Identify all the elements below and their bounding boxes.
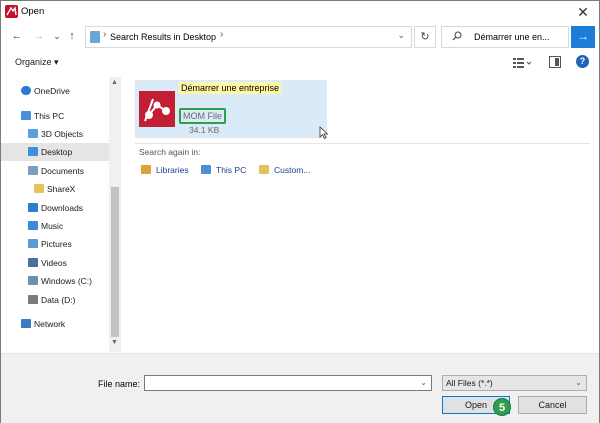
pictures-icon — [28, 239, 38, 248]
folder-icon — [34, 184, 44, 193]
refresh-button[interactable]: ↻ — [414, 26, 436, 48]
custom-icon — [259, 165, 269, 174]
sidebar-item-windows-c[interactable]: Windows (C:) — [1, 272, 109, 290]
sidebar-item-label: This PC — [34, 111, 65, 121]
preview-pane-icon[interactable] — [549, 56, 561, 68]
title-bar: Open ✕ — [1, 1, 599, 23]
scroll-down-icon[interactable]: ▼ — [111, 339, 118, 346]
sidebar-item-this-pc[interactable]: This PC — [1, 107, 109, 125]
sidebar-item-desktop[interactable]: Desktop — [1, 143, 109, 161]
search-result-item[interactable]: Démarrer une entreprise MOM File 34.1 KB — [135, 80, 329, 139]
search-go-button[interactable]: → — [571, 26, 595, 48]
file-size: 34.1 KB — [189, 125, 220, 135]
sidebar-item-label: Network — [34, 319, 66, 329]
forward-button[interactable]: → — [31, 28, 47, 44]
search-again-custom[interactable]: Custom... — [259, 165, 310, 179]
music-icon — [28, 221, 38, 230]
sidebar-item-label: Downloads — [41, 203, 84, 213]
search-again-this-pc[interactable]: This PC — [201, 165, 246, 179]
navigation-row: ← → ⌄ ↑ › Search Results in Desktop › ⌄ … — [1, 23, 599, 51]
command-bar: Organize ▾ ? — [1, 53, 599, 73]
up-button[interactable]: ↑ — [64, 28, 80, 44]
close-button[interactable]: ✕ — [573, 3, 593, 21]
chevron-down-icon[interactable]: ⌄ — [575, 376, 582, 390]
file-list: Démarrer une entreprise MOM File 34.1 KB… — [125, 77, 597, 352]
network-icon — [21, 319, 31, 328]
chevron-right-icon: › — [103, 29, 107, 40]
videos-icon — [28, 258, 38, 267]
computer-icon — [201, 165, 211, 174]
sidebar-item-label: Desktop — [41, 147, 73, 157]
sidebar-item-label: Music — [41, 221, 64, 231]
sidebar-item-network[interactable]: Network — [1, 315, 109, 333]
window-title: Open — [21, 6, 45, 17]
search-again-item-label: Libraries — [156, 165, 189, 175]
sidebar-scrollbar[interactable]: ▲ ▼ — [109, 77, 121, 352]
sidebar-item-onedrive[interactable]: OneDrive — [1, 82, 109, 100]
scrollbar-thumb[interactable] — [111, 187, 119, 337]
chevron-down-icon[interactable]: ⌄ — [397, 30, 405, 41]
address-path[interactable]: Search Results in Desktop — [110, 32, 216, 42]
change-view-icon[interactable] — [513, 57, 531, 69]
sidebar-item-documents[interactable]: Documents — [1, 162, 109, 180]
file-name-input[interactable]: ⌄ — [144, 375, 432, 391]
cancel-button[interactable]: Cancel — [518, 396, 587, 414]
sidebar-item-music[interactable]: Music — [1, 217, 109, 235]
cloud-icon — [21, 86, 31, 95]
sidebar-item-label: Data (D:) — [41, 295, 76, 305]
file-type: MOM File — [179, 108, 226, 124]
sidebar-item-label: Documents — [41, 166, 84, 176]
chevron-down-icon[interactable]: ⌄ — [420, 378, 427, 387]
sidebar-item-data-d[interactable]: Data (D:) — [1, 291, 109, 309]
app-logo-icon — [5, 5, 18, 18]
sidebar-item-label: 3D Objects — [41, 129, 84, 139]
file-name: Démarrer une entreprise — [179, 82, 282, 94]
sidebar-item-pictures[interactable]: Pictures — [1, 235, 109, 253]
sidebar-item-3d-objects[interactable]: 3D Objects — [1, 125, 109, 143]
sidebar-item-label: Videos — [41, 258, 67, 268]
search-again-label: Search again in: — [139, 147, 201, 157]
sidebar-item-label: Pictures — [41, 239, 72, 249]
sidebar-item-label: Windows (C:) — [41, 276, 93, 286]
search-again-libraries[interactable]: Libraries — [141, 165, 189, 179]
search-again-item-label: Custom... — [274, 165, 311, 175]
search-box[interactable]: Démarrer une en... — [441, 26, 569, 48]
sidebar-item-label: OneDrive — [34, 86, 70, 96]
sidebar-item-downloads[interactable]: Downloads — [1, 199, 109, 217]
back-button[interactable]: ← — [9, 28, 25, 44]
address-bar[interactable]: › Search Results in Desktop › ⌄ — [85, 26, 412, 48]
search-input[interactable]: Démarrer une en... — [474, 32, 568, 42]
dialog-footer: File name: ⌄ All Files (*.*) ⌄ Open 5 Ca… — [1, 353, 599, 423]
documents-icon — [28, 166, 38, 175]
mouse-cursor-icon — [319, 126, 329, 139]
drive-icon — [28, 295, 38, 304]
computer-icon — [21, 111, 31, 120]
desktop-icon — [28, 147, 38, 156]
file-type-select[interactable]: All Files (*.*) ⌄ — [442, 375, 587, 391]
download-icon — [28, 203, 38, 212]
3d-objects-icon — [28, 129, 38, 138]
recent-locations-button[interactable]: ⌄ — [49, 28, 65, 44]
drive-icon — [28, 276, 38, 285]
search-results-icon — [90, 31, 100, 43]
mom-file-icon — [139, 91, 175, 127]
step-badge: 5 — [493, 398, 511, 416]
sidebar-item-videos[interactable]: Videos — [1, 254, 109, 272]
sidebar-item-label: ShareX — [47, 184, 76, 194]
file-type-value: All Files (*.*) — [446, 378, 493, 388]
chevron-right-icon[interactable]: › — [220, 29, 223, 40]
file-name-label: File name: — [98, 379, 141, 389]
help-icon[interactable]: ? — [576, 55, 589, 68]
navigation-pane: OneDrive This PC 3D Objects Desktop Docu… — [1, 77, 121, 352]
organize-menu[interactable]: Organize ▾ — [15, 57, 59, 68]
scroll-up-icon[interactable]: ▲ — [111, 79, 118, 86]
divider — [135, 143, 590, 144]
sidebar-item-sharex[interactable]: ShareX — [1, 180, 109, 198]
search-icon — [452, 31, 462, 41]
libraries-icon — [141, 165, 151, 174]
search-again-item-label: This PC — [216, 165, 247, 175]
open-dialog: Open ✕ ← → ⌄ ↑ › Search Results in Deskt… — [0, 0, 600, 423]
